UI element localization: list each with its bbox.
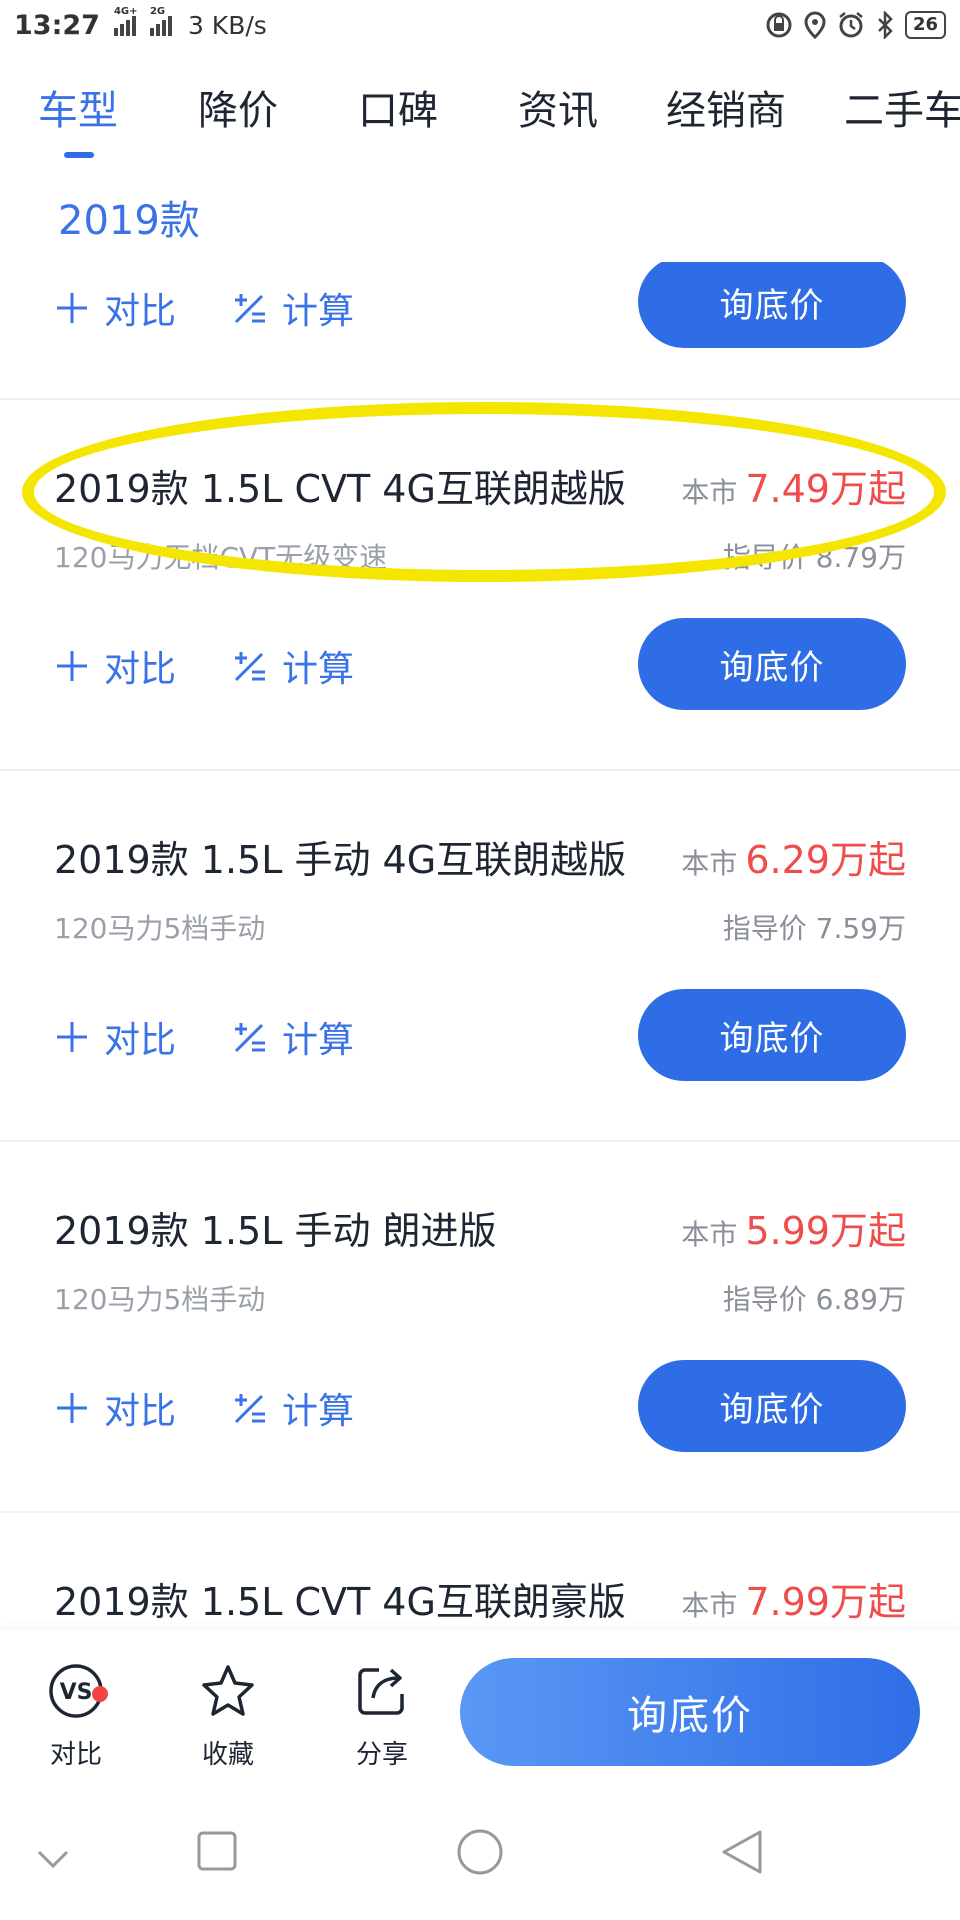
model-card[interactable]: 2019款 1.5L CVT 4G互联朗豪版 本市 7.99万起 [0, 1513, 960, 1630]
model-spec: 120马力无档CVT无级变速 [54, 541, 388, 574]
network-speed: 3 KB/s [187, 10, 267, 40]
model-spec: 120马力5档手动 [54, 1283, 266, 1316]
section-year-header: 2019款 [58, 198, 200, 244]
compare-label: 对比 [104, 1020, 177, 1061]
plus-icon [57, 293, 87, 323]
compare-label: 对比 [104, 1391, 177, 1432]
bottom-action-bar: VS 对比 收藏 分享 询底价 [0, 1630, 960, 1800]
model-title: 2019款 1.5L CVT 4G互联朗越版 [54, 467, 626, 511]
plus-icon [57, 1393, 87, 1423]
signal-icon-2: 2G [149, 6, 172, 36]
compare-button[interactable]: 对比 [54, 1382, 176, 1434]
system-nav-bar [0, 1800, 960, 1920]
calculator-icon [234, 294, 266, 324]
model-spec: 120马力5档手动 [54, 912, 266, 945]
compare-label: 对比 [104, 291, 177, 332]
tab-indicator [64, 152, 94, 158]
calc-button[interactable]: 计算 [232, 1011, 354, 1063]
tab-reviews[interactable]: 口碑 [358, 78, 438, 136]
recent-apps-icon[interactable] [196, 1830, 238, 1872]
calculator-icon [234, 652, 266, 682]
compare-button[interactable]: 对比 [54, 282, 176, 334]
share-button[interactable]: 分享 [332, 1658, 432, 1771]
card-actions: 对比 计算 [54, 1382, 410, 1434]
price-prefix: 本市 [681, 476, 738, 509]
price-area: 本市 7.99万起 [681, 1571, 906, 1626]
guide-price: 指导价 7.59万 [722, 912, 906, 945]
star-icon [202, 1665, 254, 1716]
price-prefix: 本市 [681, 847, 738, 880]
compare-label: 对比 [104, 649, 177, 690]
card-actions: 对比 计算 [54, 640, 410, 692]
calc-button[interactable]: 计算 [232, 1382, 354, 1434]
model-price: 6.29万起 [745, 838, 906, 882]
svg-text:VS: VS [60, 1680, 93, 1705]
bottom-inquire-button[interactable]: 询底价 [460, 1658, 920, 1766]
alarm-icon [839, 12, 863, 38]
model-title: 2019款 1.5L 手动 4G互联朗越版 [54, 838, 627, 882]
inquire-button-clip: 询底价 [638, 262, 906, 348]
inquire-button[interactable]: 询底价 [638, 262, 906, 348]
inquire-button[interactable]: 询底价 [638, 989, 906, 1081]
price-prefix: 本市 [681, 1218, 738, 1251]
calc-button[interactable]: 计算 [232, 640, 354, 692]
tab-models[interactable]: 车型 [38, 78, 118, 136]
status-time: 13:27 [14, 9, 100, 41]
tab-bar: 车型 降价 口碑 资讯 经销商 二手车 [0, 70, 960, 160]
model-card[interactable]: 2019款 1.5L 手动 4G互联朗越版 本市 6.29万起 120马力5档手动… [0, 771, 960, 1142]
bluetooth-icon [878, 11, 893, 39]
model-price: 5.99万起 [745, 1209, 906, 1253]
notification-dot [92, 1686, 108, 1702]
share-icon [358, 1668, 404, 1715]
card-actions: 对比 计算 [54, 1011, 410, 1063]
favorite-label: 收藏 [201, 1740, 254, 1770]
share-label: 分享 [355, 1740, 408, 1770]
card-actions: 对比 计算 [54, 282, 410, 334]
plus-icon [57, 1022, 87, 1052]
inquire-button[interactable]: 询底价 [638, 1360, 906, 1452]
location-icon [804, 11, 826, 39]
price-area: 本市 6.29万起 [681, 829, 906, 884]
tab-dealers[interactable]: 经销商 [666, 78, 786, 136]
bottom-compare-button[interactable]: VS 对比 [26, 1658, 126, 1771]
price-prefix: 本市 [681, 1589, 738, 1622]
calc-label: 计算 [282, 649, 355, 690]
tab-used-cars[interactable]: 二手车 [844, 78, 960, 136]
favorite-button[interactable]: 收藏 [178, 1658, 278, 1771]
guide-price: 指导价 6.89万 [722, 1283, 906, 1316]
model-title: 2019款 1.5L CVT 4G互联朗豪版 [54, 1580, 626, 1624]
tab-news[interactable]: 资讯 [518, 78, 598, 136]
back-icon[interactable] [720, 1828, 764, 1876]
calc-label: 计算 [282, 1020, 355, 1061]
calc-label: 计算 [282, 1391, 355, 1432]
price-area: 本市 7.49万起 [681, 458, 906, 513]
calculator-icon [234, 1394, 266, 1424]
model-price: 7.49万起 [745, 467, 906, 511]
signal-icon: 4G+ [113, 6, 138, 36]
plus-icon [57, 651, 87, 681]
lock-rotation-icon [766, 12, 792, 38]
guide-price: 指导价 8.79万 [722, 541, 906, 574]
model-price: 7.99万起 [745, 1580, 906, 1624]
calc-label: 计算 [282, 291, 355, 332]
home-icon[interactable] [456, 1828, 504, 1876]
calculator-icon [234, 1023, 266, 1053]
calc-button[interactable]: 计算 [232, 282, 354, 334]
model-card[interactable]: 2019款 1.5L 手动 朗进版 本市 5.99万起 120马力5档手动 指导价… [0, 1142, 960, 1513]
chevron-down-icon[interactable] [36, 1848, 70, 1870]
tab-price-drop[interactable]: 降价 [198, 78, 278, 136]
inquire-button[interactable]: 询底价 [638, 618, 906, 710]
price-area: 本市 5.99万起 [681, 1200, 906, 1255]
battery-icon: 26 [904, 11, 946, 39]
model-card[interactable]: 2019款 1.5L CVT 4G互联朗越版 本市 7.49万起 120马力无档C… [0, 400, 960, 771]
bottom-compare-label: 对比 [49, 1740, 102, 1770]
compare-button[interactable]: 对比 [54, 1011, 176, 1063]
model-title: 2019款 1.5L 手动 朗进版 [54, 1209, 497, 1253]
compare-button[interactable]: 对比 [54, 640, 176, 692]
status-bar: 13:27 4G+ 2G 3 KB/s 26 [0, 0, 960, 50]
